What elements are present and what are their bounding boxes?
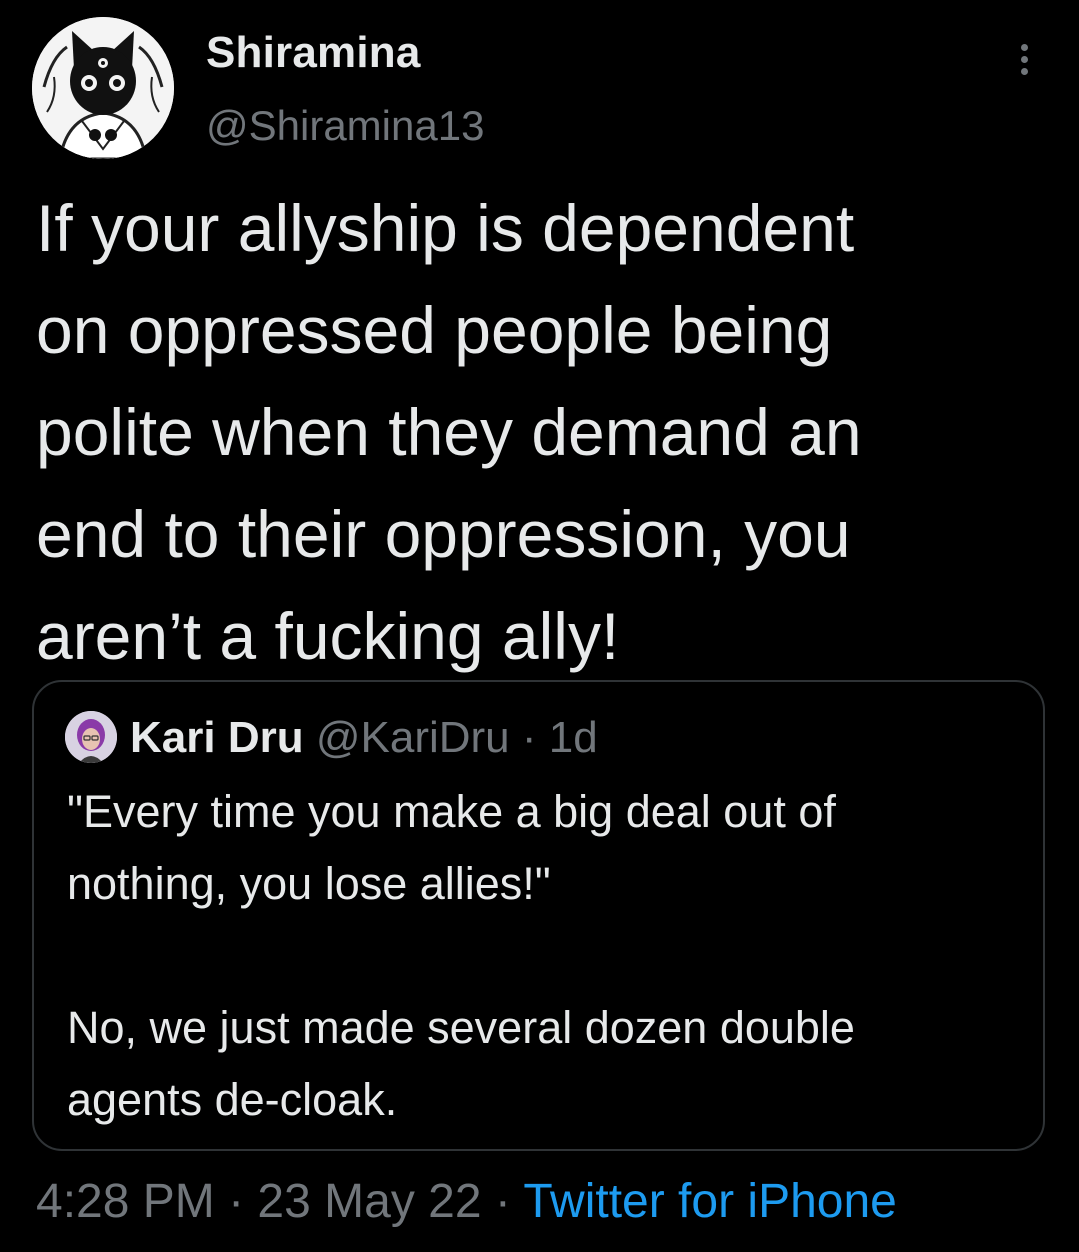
- author-handle[interactable]: @Shiramina13: [206, 102, 484, 150]
- more-vertical-icon: [1021, 68, 1028, 75]
- quoted-tweet-header: Kari Dru @KariDru · 1d: [130, 712, 598, 764]
- tweet-source-link[interactable]: Twitter for iPhone: [523, 1175, 897, 1228]
- author-display-name[interactable]: Shiramina: [206, 28, 421, 78]
- tweet-date[interactable]: 23 May 22: [257, 1175, 481, 1228]
- profile-photo-icon: [65, 711, 117, 763]
- more-options-button[interactable]: [1012, 40, 1036, 80]
- author-avatar[interactable]: [32, 17, 174, 159]
- tweet-text: If your allyship is dependent on oppress…: [36, 191, 862, 673]
- black-cat-avatar-icon: [32, 17, 174, 159]
- tweet-meta: 4:28 PM · 23 May 22 · Twitter for iPhone: [36, 1172, 897, 1232]
- quoted-tweet-text: "Every time you make a big deal out of n…: [67, 786, 855, 1125]
- more-vertical-icon: [1021, 44, 1028, 51]
- more-vertical-icon: [1021, 56, 1028, 63]
- separator-dot: ·: [509, 713, 549, 762]
- quoted-author-handle[interactable]: @KariDru: [316, 713, 510, 762]
- quoted-tweet-time[interactable]: 1d: [549, 713, 598, 762]
- separator-dot: ·: [214, 1175, 258, 1228]
- separator-dot: ·: [481, 1175, 524, 1228]
- quoted-author-name[interactable]: Kari Dru: [130, 713, 304, 762]
- quoted-author-avatar[interactable]: [65, 711, 117, 763]
- quoted-tweet-card[interactable]: Kari Dru @KariDru · 1d "Every time you m…: [32, 680, 1045, 1151]
- tweet-time[interactable]: 4:28 PM: [36, 1175, 215, 1228]
